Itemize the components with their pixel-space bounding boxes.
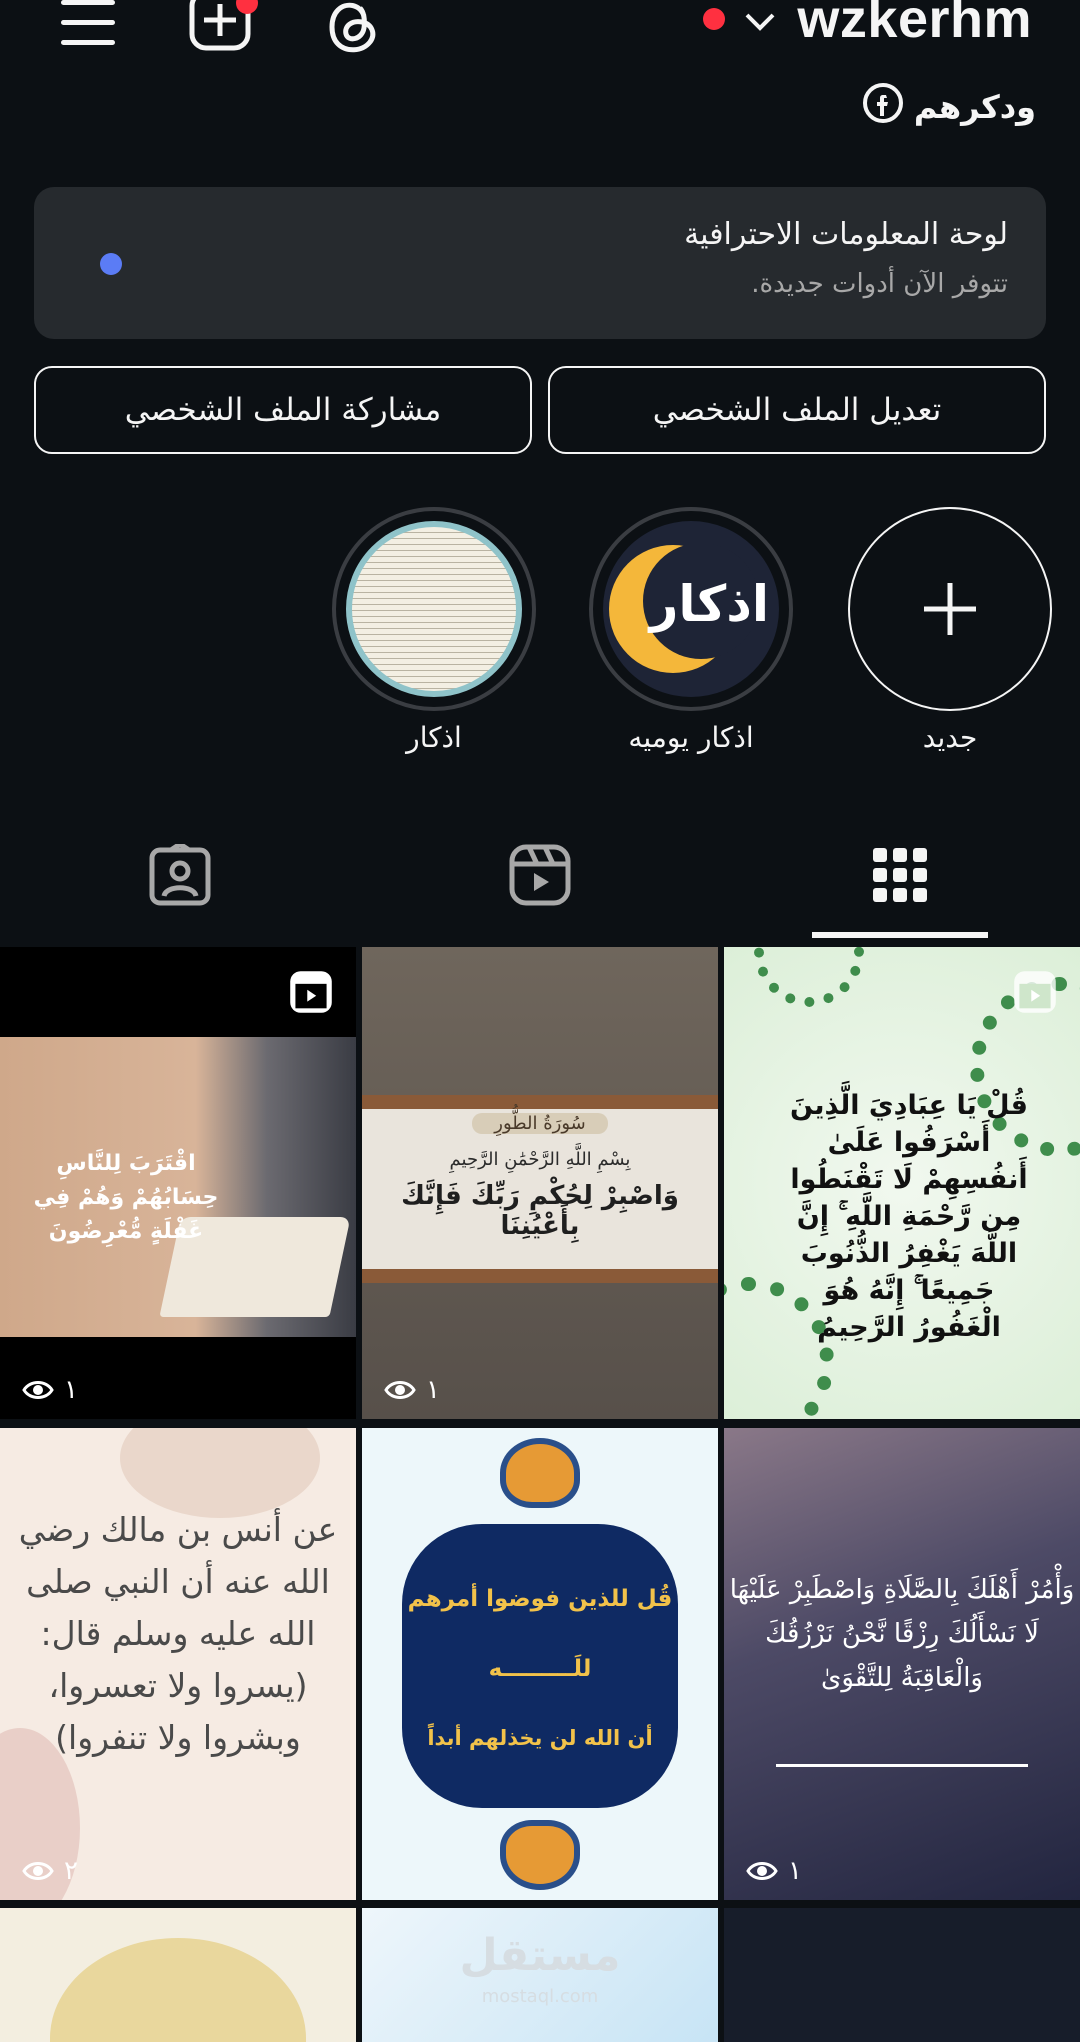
basmala-text: بِسْمِ اللَّهِ الرَّحْمَٰنِ الرَّحِيمِ xyxy=(449,1149,631,1170)
post-tile[interactable]: اقْتَرَبَ لِلنَّاسِ حِسَابُهُمْ وَهُمْ ف… xyxy=(0,947,356,1419)
reel-icon xyxy=(290,971,332,1013)
pro-dashboard-title: لوحة المعلومات الاحترافية xyxy=(684,217,1008,252)
quran-banner: سُورَةُ الطُّورِ بِسْمِ اللَّهِ الرَّحْم… xyxy=(362,1095,718,1283)
post-tile[interactable]: قُلْ يَا عِبَادِيَ الَّذِينَ أَسْرَفُوا … xyxy=(724,947,1080,1419)
surah-title: سُورَةُ الطُّورِ xyxy=(472,1113,608,1134)
post-caption-line1: قُل للذين فوضوا أمرهم xyxy=(407,1586,673,1612)
menu-icon[interactable] xyxy=(56,0,120,48)
tagged-icon xyxy=(149,844,211,906)
view-count: ١ xyxy=(22,1375,78,1405)
post-tile[interactable]: وَأْمُرْ أَهْلَكَ بِالصَّلَاةِ وَاصْطَبِ… xyxy=(724,1428,1080,1900)
reel-icon xyxy=(1014,971,1056,1013)
ornament-top xyxy=(500,1438,580,1508)
highlight-cover: اذكار xyxy=(589,507,793,711)
divider-line xyxy=(776,1764,1028,1767)
view-count-value: ١ xyxy=(426,1375,440,1405)
reels-icon xyxy=(509,844,571,906)
eye-icon xyxy=(384,1381,416,1399)
post-tile[interactable] xyxy=(724,1908,1080,2042)
facebook-profile-link[interactable]: ودكرهم xyxy=(862,82,1036,132)
tab-reels[interactable] xyxy=(490,830,590,920)
highlight-cover-text: اذكار xyxy=(649,575,769,633)
highlight-label: جديد xyxy=(922,721,978,754)
view-count-value: ٢ xyxy=(64,1856,78,1886)
share-profile-button[interactable]: مشاركة الملف الشخصي xyxy=(34,366,532,454)
post-caption: عن أنس بن مالك رضي الله عنه أن النبي صلى… xyxy=(18,1510,338,1757)
post-caption-line3: أن الله لن يخذلهم أبداً xyxy=(427,1726,653,1750)
facebook-link-text: ودكرهم xyxy=(913,88,1036,126)
eye-icon xyxy=(746,1862,778,1880)
eye-icon xyxy=(22,1381,54,1399)
chevron-down-icon[interactable] xyxy=(742,4,778,40)
plus-icon xyxy=(924,583,976,635)
view-count: ١ xyxy=(384,1375,440,1405)
highlight-label: اذكار يوميه xyxy=(628,721,754,754)
post-tile[interactable]: قُل للذين فوضوا أمرهم للَـــــــــه أن ا… xyxy=(362,1428,718,1900)
tab-tagged[interactable] xyxy=(130,830,230,920)
post-caption-line2: للَـــــــــه xyxy=(488,1656,592,1682)
account-alert-dot xyxy=(703,8,725,30)
highlight-new[interactable]: جديد xyxy=(848,507,1052,754)
view-count: ٢ xyxy=(22,1856,78,1886)
active-tab-indicator xyxy=(812,932,988,938)
view-count-value: ١ xyxy=(64,1375,78,1405)
view-count-value: ١ xyxy=(788,1856,802,1886)
dark-blue-panel: قُل للذين فوضوا أمرهم للَـــــــــه أن ا… xyxy=(402,1524,678,1808)
watermark-url: mostaql.com xyxy=(481,1986,599,2007)
post-tile[interactable]: مستقل mostaql.com xyxy=(362,1908,718,2042)
post-tile[interactable] xyxy=(0,1908,356,2042)
eye-icon xyxy=(22,1862,54,1880)
post-caption: وَأْمُرْ أَهْلَكَ بِالصَّلَاةِ وَاصْطَبِ… xyxy=(729,1575,1075,1693)
ornament-bottom xyxy=(500,1820,580,1890)
highlight-adhkar[interactable]: اذكار xyxy=(332,507,536,754)
threads-icon[interactable] xyxy=(322,0,382,56)
dome-shape xyxy=(50,1938,306,2042)
post-caption: وَاصْبِرْ لِحُكْمِ رَبِّكَ فَإِنَّكَ بِأ… xyxy=(401,1181,679,1241)
tab-posts-grid[interactable] xyxy=(850,830,950,920)
watermark-brand: مستقل xyxy=(459,1930,621,1981)
pro-dashboard-subtitle: تتوفر الآن أدوات جديدة. xyxy=(751,269,1008,299)
edit-profile-button[interactable]: تعديل الملف الشخصي xyxy=(548,366,1046,454)
post-image: اقْتَرَبَ لِلنَّاسِ حِسَابُهُمْ وَهُمْ ف… xyxy=(0,1037,356,1337)
new-indicator-dot xyxy=(100,253,122,275)
grid-icon xyxy=(873,848,927,902)
username[interactable]: wzkerhm xyxy=(797,0,1032,50)
mandala-decoration xyxy=(754,947,864,1007)
post-tile[interactable]: سُورَةُ الطُّورِ بِسْمِ اللَّهِ الرَّحْم… xyxy=(362,947,718,1419)
facebook-icon xyxy=(862,82,904,132)
view-count: ١ xyxy=(746,1856,802,1886)
new-highlight-circle xyxy=(848,507,1052,711)
post-caption: اقْتَرَبَ لِلنَّاسِ حِسَابُهُمْ وَهُمْ ف… xyxy=(33,1151,219,1244)
highlight-cover xyxy=(332,507,536,711)
post-caption: قُلْ يَا عِبَادِيَ الَّذِينَ أَسْرَفُوا … xyxy=(790,1090,1028,1343)
highlight-label: اذكار xyxy=(406,721,462,754)
post-tile[interactable]: عن أنس بن مالك رضي الله عنه أن النبي صلى… xyxy=(0,1428,356,1900)
document-thumbnail xyxy=(346,521,522,697)
professional-dashboard-card[interactable]: لوحة المعلومات الاحترافية تتوفر الآن أدو… xyxy=(34,187,1046,339)
highlight-daily-adhkar[interactable]: اذكار اذكار يوميه xyxy=(589,507,793,754)
